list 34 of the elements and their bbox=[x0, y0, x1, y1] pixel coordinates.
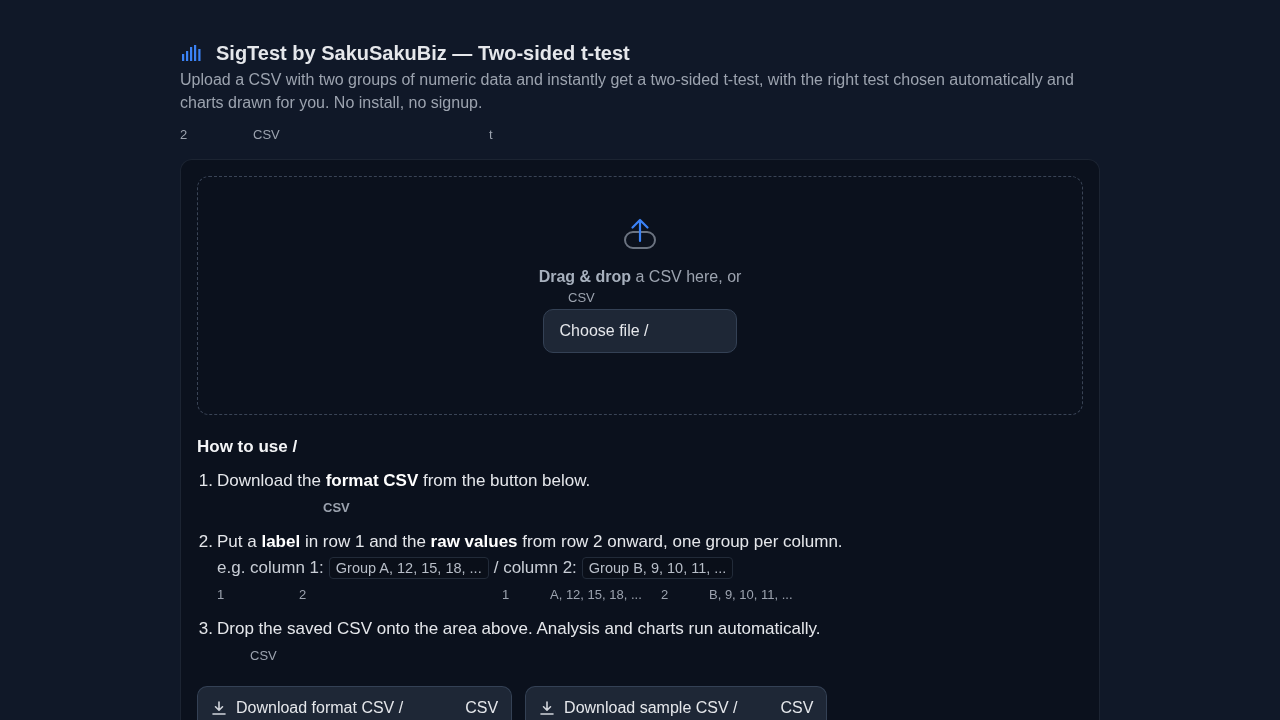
step-number: 1. bbox=[197, 470, 214, 492]
step-number: 2. bbox=[197, 531, 214, 553]
note-text: 1 bbox=[502, 586, 511, 604]
page-title: SigTest by SakuSakuBiz — Two-sided t-test bbox=[216, 41, 630, 66]
note-text: A, 12, 15, 18, ... bbox=[550, 586, 643, 604]
section-heading: How to use / bbox=[197, 436, 299, 458]
upload-icon bbox=[624, 218, 656, 250]
note-text: CSV bbox=[253, 126, 281, 144]
page-description: Upload a CSV with two groups of numeric data and instantly get a two-sided t-test, with the right test chosen automatically and charts drawn for you. No install, no signup. bbox=[180, 70, 1075, 113]
step-text: Download the format CSV from the button below. bbox=[217, 470, 591, 492]
note-text: 2 bbox=[180, 126, 189, 144]
note-text: CSV bbox=[250, 648, 277, 663]
download-icon bbox=[540, 701, 555, 715]
note-text: B, 9, 10, 11, ... bbox=[709, 586, 793, 604]
step-text: Put a label in row 1 and the raw values from row 2 onward, one group per column. bbox=[217, 531, 843, 553]
note-text: 1 bbox=[217, 586, 226, 604]
download-icon bbox=[212, 701, 226, 715]
drop-zone[interactable]: Drag & drop a CSV here, or CSV Choose file / bbox=[197, 176, 1083, 415]
note-text: t bbox=[489, 126, 493, 144]
example-label: / column 2: bbox=[493, 557, 577, 579]
code-sample: Group A, 12, 15, 18, ... bbox=[328, 557, 489, 579]
note-text: CSV bbox=[323, 500, 350, 515]
bar-chart-icon bbox=[182, 45, 201, 61]
choose-file-button[interactable]: Choose file / bbox=[542, 309, 738, 353]
download-button[interactable]: Download format CSV / CSV bbox=[197, 686, 513, 720]
step-number: 3. bbox=[197, 618, 214, 640]
step-text: Drop the saved CSV onto the area above. Analysis and charts run automatically. bbox=[217, 618, 821, 640]
note-text: 2 bbox=[299, 586, 308, 604]
note-text: 2 bbox=[661, 586, 670, 604]
download-button[interactable]: Download sample CSV / CSV bbox=[525, 686, 828, 720]
drop-prompt: Drag & drop a CSV here, or bbox=[538, 267, 742, 287]
code-sample: Group B, 9, 10, 11, ... bbox=[581, 557, 734, 579]
example-label: e.g. column 1: bbox=[217, 557, 324, 579]
note-text: CSV bbox=[568, 290, 595, 305]
